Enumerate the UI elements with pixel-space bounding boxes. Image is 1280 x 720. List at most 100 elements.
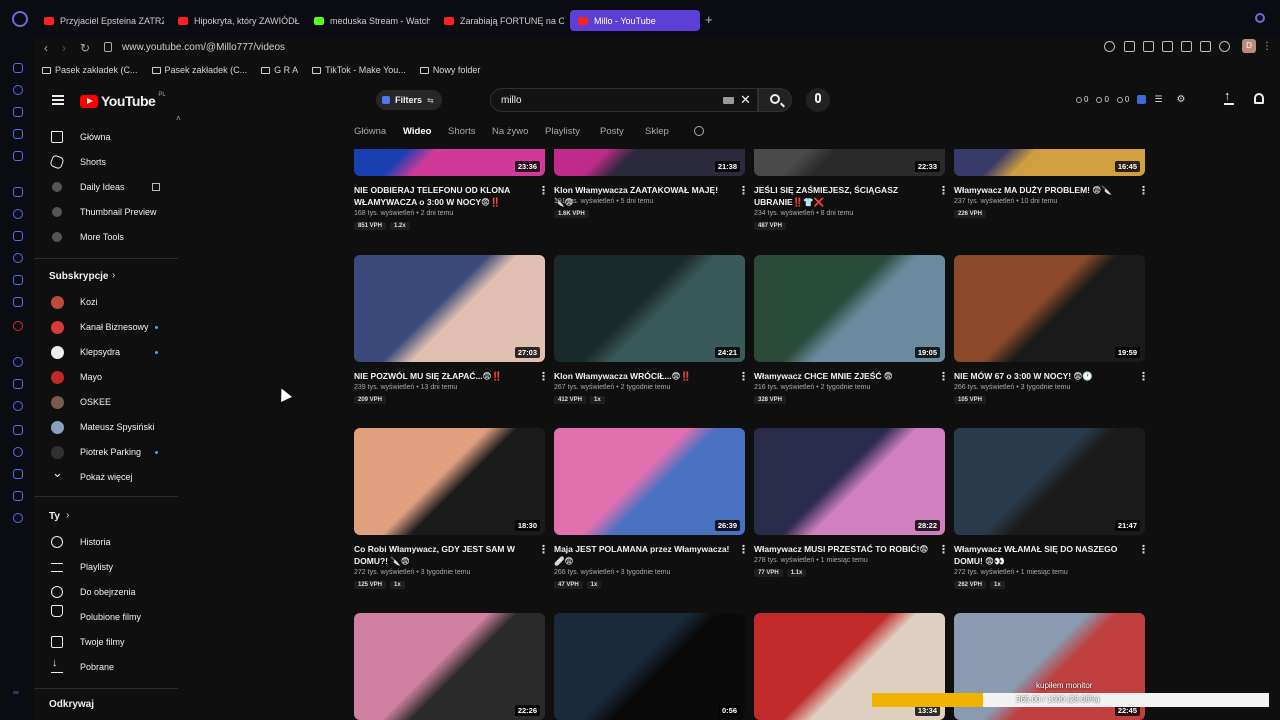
search-button[interactable]	[758, 88, 792, 112]
video-title[interactable]: Co Robi Włamywacz, GDY JEST SAM W DOMU?!…	[354, 543, 530, 567]
video-thumbnail[interactable]: 18:30	[354, 428, 545, 535]
more-actions-icon[interactable]	[738, 370, 749, 383]
discord-icon[interactable]	[13, 297, 23, 307]
bookmark-item[interactable]: Pasek zakładek (C...	[42, 61, 138, 79]
collapse-arrow-icon[interactable]: ˄	[176, 114, 181, 123]
bookmark-item[interactable]: Pasek zakładek (C...	[151, 61, 247, 79]
sidebar-item[interactable]: Historia	[34, 530, 182, 554]
browser-tab[interactable]: Zarabiają FORTUNĘ na OC	[436, 10, 564, 31]
video-thumbnail[interactable]: 19:59	[954, 255, 1145, 362]
video-title[interactable]: Włamywacz WŁAMAŁ SIĘ DO NASZEGO DOMU! 😨👀	[954, 543, 1130, 567]
record-icon[interactable]	[13, 321, 23, 331]
video-thumbnail[interactable]: 26:39	[554, 428, 745, 535]
channel-tab[interactable]: Sklep	[645, 126, 669, 137]
chevron-right-icon[interactable]: ›	[66, 510, 69, 521]
reload-icon[interactable]: ↻	[80, 41, 90, 55]
subscriptions-title[interactable]: Subskrypcje	[49, 271, 108, 282]
you-section-title[interactable]: Ty	[49, 511, 60, 522]
bookmark-item[interactable]: G R A	[261, 61, 298, 79]
back-icon[interactable]: ‹	[44, 41, 48, 55]
profile-avatar[interactable]: D	[1242, 39, 1256, 53]
sidebar-subscription[interactable]: Piotrek Parking	[34, 440, 182, 464]
browser-tab[interactable]: Millo - YouTube	[570, 10, 700, 31]
more-actions-icon[interactable]	[738, 543, 749, 556]
sidebar-subscription[interactable]: Klepsydra	[34, 340, 182, 364]
url-field[interactable]: www.youtube.com/@Millo777/videos	[122, 42, 285, 53]
sidebar-item[interactable]: Twoje filmy	[34, 630, 182, 654]
new-tab-button[interactable]: +	[705, 12, 713, 27]
clock-icon[interactable]	[13, 447, 23, 457]
more-actions-icon[interactable]	[938, 184, 949, 197]
list-icon[interactable]: ☰	[1154, 94, 1162, 105]
x-icon[interactable]	[13, 275, 23, 285]
channel-tab[interactable]: Playlisty	[545, 126, 580, 137]
sidebar-subscription[interactable]: Kanał Biznesowy	[34, 315, 182, 339]
sidebar-item[interactable]: Pobrane	[34, 655, 182, 679]
sidebar-item[interactable]: Główna	[34, 125, 182, 149]
bot-icon[interactable]	[13, 107, 23, 117]
more-actions-icon[interactable]	[938, 543, 949, 556]
extension-badge-icon[interactable]	[1137, 95, 1147, 104]
forward-icon[interactable]: ›	[62, 41, 66, 55]
video-thumbnail[interactable]: 21:47	[954, 428, 1145, 535]
send-icon[interactable]	[13, 379, 23, 389]
mail-icon[interactable]	[13, 63, 23, 73]
telegram-icon[interactable]	[13, 231, 23, 241]
video-title[interactable]: Maja JEST POLAMANA przez Włamywacza! 🩹😨	[554, 543, 730, 567]
upload-icon[interactable]	[1224, 88, 1234, 105]
voice-search-button[interactable]	[806, 88, 830, 112]
youtube-logo[interactable]: YouTube PL	[80, 92, 166, 109]
browser-logo-icon[interactable]	[12, 11, 28, 27]
video-thumbnail[interactable]: 0:56	[554, 613, 745, 720]
chat-bubble-icon[interactable]	[13, 357, 23, 367]
bookmark-item[interactable]: Nowy folder	[419, 61, 480, 79]
sidebar-item[interactable]: Polubione filmy	[34, 605, 182, 629]
keyboard-icon[interactable]	[723, 97, 734, 104]
download-icon[interactable]	[13, 469, 23, 479]
hamburger-menu-icon[interactable]	[52, 95, 64, 105]
settings-icon[interactable]	[13, 513, 23, 523]
chat-icon[interactable]	[13, 209, 23, 219]
menu-dots-icon[interactable]: ⋮	[1262, 41, 1273, 52]
box-icon[interactable]	[1181, 41, 1192, 52]
video-title[interactable]: JEŚLI SIĘ ZAŚMIEJESZ, ŚCIĄGASZ UBRANIE‼️…	[754, 184, 930, 208]
video-thumbnail[interactable]: 19:05	[754, 255, 945, 362]
screenshot-icon[interactable]	[1143, 41, 1154, 52]
video-title[interactable]: NIE ODBIERAJ TELEFONU OD KLONA WŁAMYWACZ…	[354, 184, 530, 208]
sidebar-subscription[interactable]: Mateusz Spysiński	[34, 415, 182, 439]
video-title[interactable]: Włamywacz MA DUŻY PROBLEM! 😨🔪	[954, 184, 1130, 196]
notifications-bell-icon[interactable]	[1254, 93, 1264, 104]
sidebar-subscription[interactable]: Pokaż więcej	[34, 465, 182, 489]
chevron-right-icon[interactable]: ›	[112, 270, 115, 281]
more-actions-icon[interactable]	[938, 370, 949, 383]
browser-tab[interactable]: Przyjaciel Epsteina ZATRZ	[36, 10, 164, 31]
sidebar-item[interactable]: Do obejrzenia	[34, 580, 182, 604]
video-thumbnail[interactable]: 22:26	[354, 613, 545, 720]
more-icon[interactable]: ∞	[13, 688, 23, 698]
video-title[interactable]: Klon Włamywacza WRÓCIŁ...😨‼️	[554, 370, 730, 382]
more-actions-icon[interactable]	[538, 184, 549, 197]
external-link-icon[interactable]	[152, 183, 160, 191]
channel-tab[interactable]: Shorts	[448, 126, 475, 137]
channel-tab[interactable]: Posty	[600, 126, 624, 137]
messenger-icon[interactable]	[13, 151, 23, 161]
lock-icon[interactable]	[104, 42, 112, 52]
browser-tab[interactable]: Hipokryta, który ZAWIÓDŁ	[170, 10, 300, 31]
heart-icon[interactable]	[1219, 41, 1230, 52]
pin-icon[interactable]	[1124, 41, 1135, 52]
box-icon[interactable]	[13, 491, 23, 501]
sidebar-item[interactable]: More Tools	[34, 225, 182, 249]
video-title[interactable]: Włamywacz CHCE MNIE ZJEŚĆ 😨	[754, 370, 930, 382]
more-actions-icon[interactable]	[1138, 184, 1149, 197]
sidebar-subscription[interactable]: OSKEE	[34, 390, 182, 414]
video-thumbnail[interactable]: 28:22	[754, 428, 945, 535]
video-title[interactable]: NIE MÓW 67 o 3:00 W NOCY! 😨🕐	[954, 370, 1130, 382]
channel-tab[interactable]: Główna	[354, 126, 386, 137]
bookmark-item[interactable]: TikTok - Make You...	[312, 61, 406, 79]
filters-button[interactable]: Filters ⇆	[376, 90, 442, 110]
sidebar-item[interactable]: Daily Ideas	[34, 175, 182, 199]
bag-icon[interactable]	[13, 129, 23, 139]
clear-search-icon[interactable]: ✕	[740, 92, 751, 108]
gamepad-icon[interactable]	[13, 425, 23, 435]
instagram-icon[interactable]	[13, 253, 23, 263]
